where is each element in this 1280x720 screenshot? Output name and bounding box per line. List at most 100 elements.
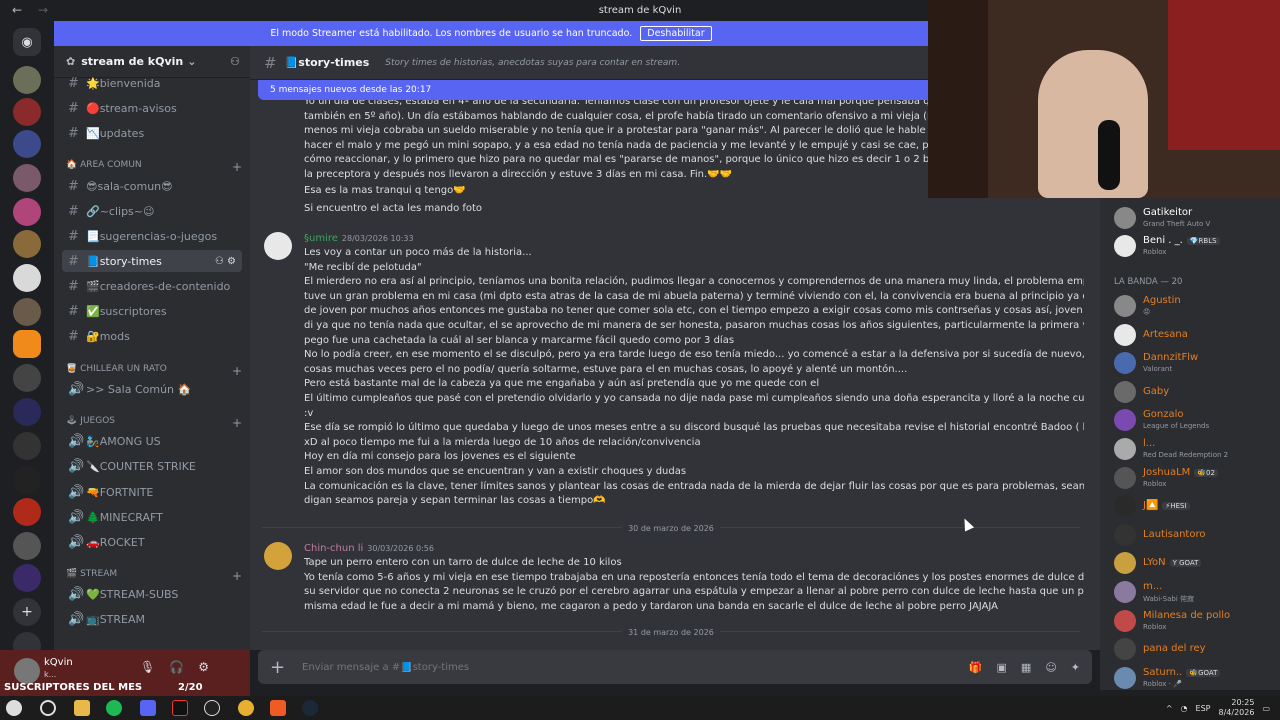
voice-counter-strike[interactable]: 🔊 🔪COUNTER STRIKE	[62, 455, 242, 477]
member-item[interactable]: Gatikeitor Grand Theft Auto V	[1114, 204, 1274, 234]
server-icon[interactable]	[13, 198, 41, 226]
author-name[interactable]: Chin-chun li	[304, 543, 363, 554]
headphones-icon[interactable]: 🎧	[169, 660, 184, 674]
server-icon[interactable]	[13, 364, 41, 392]
member-item[interactable]: Agustin 😡	[1114, 292, 1274, 322]
server-icon[interactable]	[13, 432, 41, 460]
plus-icon[interactable]: +	[232, 569, 242, 583]
plus-icon[interactable]: +	[232, 160, 242, 174]
member-item[interactable]: DannzitFlw Valorant	[1114, 349, 1274, 379]
server-icon[interactable]	[13, 230, 41, 258]
channel-settings-icon[interactable]: ⚇ ⚙	[215, 256, 236, 267]
server-icon[interactable]	[13, 130, 41, 158]
member-item[interactable]: Gaby	[1114, 378, 1274, 408]
brave-icon[interactable]	[270, 700, 286, 716]
obs-icon[interactable]	[204, 700, 220, 716]
member-name: Gonzalo	[1143, 409, 1183, 420]
server-icon[interactable]	[13, 564, 41, 592]
server-icon[interactable]	[13, 98, 41, 126]
voice-stream-subs[interactable]: 🔊 💚STREAM-SUBS	[62, 583, 242, 605]
server-icon[interactable]	[13, 164, 41, 192]
member-item[interactable]: Artesana	[1114, 321, 1274, 351]
channel-mods[interactable]: # 🔐mods	[62, 325, 242, 347]
tiktok-icon[interactable]	[172, 700, 188, 716]
channel-sala-comun[interactable]: # 😎sala-comun😎	[62, 175, 242, 197]
plus-icon[interactable]: +	[232, 364, 242, 378]
channel-topic[interactable]: Story times de historias, anecdotas suya…	[385, 58, 680, 68]
server-icon[interactable]	[13, 298, 41, 326]
clock[interactable]: 20:25 8/4/2026	[1219, 698, 1255, 718]
member-item[interactable]: pana del rey	[1114, 635, 1274, 665]
emoji-icon[interactable]: ☺	[1045, 661, 1056, 674]
spotify-icon[interactable]	[106, 700, 122, 716]
language-indicator[interactable]: ESP	[1196, 704, 1211, 713]
server-icon[interactable]	[13, 532, 41, 560]
banner-text: El modo Streamer está habilitado. Los no…	[270, 28, 633, 39]
voice-rocket[interactable]: 🔊 🚗ROCKET	[62, 531, 242, 553]
member-item[interactable]: Milanesa de pollo Roblox	[1114, 607, 1274, 637]
avatar[interactable]	[264, 232, 292, 260]
server-icon[interactable]	[13, 498, 41, 526]
discord-app-icon[interactable]	[140, 700, 156, 716]
avatar[interactable]	[264, 542, 292, 570]
disable-streamer-button[interactable]: Deshabilitar	[640, 26, 712, 41]
member-item[interactable]: m... Wabi-Sabi 侘寂	[1114, 578, 1274, 608]
voice-minecraft[interactable]: 🔊 🌲MINECRAFT	[62, 506, 242, 528]
wifi-icon[interactable]: ◔	[1181, 704, 1188, 713]
add-server-icon[interactable]: +	[13, 598, 41, 626]
gift-icon[interactable]: 🎁	[969, 661, 983, 674]
channel-stream-avisos[interactable]: # 🔴stream-avisos	[62, 97, 242, 119]
author-name[interactable]: §umire	[304, 233, 338, 244]
category-juegos[interactable]: 🕹 JUEGOS +	[66, 416, 242, 430]
notification-icon[interactable]: ▭	[1262, 704, 1270, 713]
voice-sala-comun[interactable]: 🔊 >> Sala Común 🏠	[62, 378, 242, 400]
channel-creadores[interactable]: # 🎬creadores-de-contenido	[62, 275, 242, 297]
member-item[interactable]: Beni . _. 💎RBLS Roblox	[1114, 232, 1274, 262]
channel-updates[interactable]: # 📉updates	[62, 122, 242, 144]
message-input[interactable]	[302, 661, 969, 673]
channel-sugerencias[interactable]: # 📃sugerencias-o-juegos	[62, 225, 242, 247]
voice-among-us[interactable]: 🔊 🧞AMONG US	[62, 430, 242, 452]
search-icon[interactable]	[40, 700, 56, 716]
file-explorer-icon[interactable]	[74, 700, 90, 716]
member-item[interactable]: Lautisantoro	[1114, 521, 1274, 551]
sticker-icon[interactable]: ▦	[1021, 661, 1031, 674]
server-icon[interactable]	[13, 264, 41, 292]
category-stream[interactable]: 🎬 STREAM +	[66, 569, 242, 583]
member-item[interactable]: l... Red Dead Redemption 2	[1114, 435, 1274, 465]
category-chillear[interactable]: 🥃 CHILLEAR UN RATO +	[66, 364, 242, 378]
gif-icon[interactable]: ▣	[997, 661, 1007, 674]
channel-label: 😎sala-comun😎	[86, 179, 173, 193]
plus-icon[interactable]: +	[232, 416, 242, 430]
member-item[interactable]: JoshuaLM 🐝02 Roblox	[1114, 464, 1274, 494]
channel-clips[interactable]: # 🔗~clips~😉	[62, 200, 242, 222]
voice-stream[interactable]: 🔊 📺STREAM	[62, 608, 242, 630]
chevron-up-icon[interactable]: ^	[1166, 704, 1173, 713]
server-icon[interactable]	[13, 466, 41, 494]
add-member-icon[interactable]: ⚇	[230, 55, 240, 68]
category-area-comun[interactable]: 🏠 AREA COMUN +	[66, 160, 242, 174]
server-icon[interactable]	[13, 398, 41, 426]
apps-icon[interactable]: ✦	[1071, 661, 1080, 674]
add-attachment-icon[interactable]: +	[270, 657, 302, 678]
member-item[interactable]: J🔼 ⚡HESI	[1114, 492, 1274, 522]
gear-icon[interactable]: ⚙	[198, 660, 209, 674]
chrome-icon[interactable]	[238, 700, 254, 716]
message-author[interactable]: Chin-chun li 30/03/2026 0:56	[304, 543, 434, 554]
channel-story-times[interactable]: # 📘story-times ⚇ ⚙	[62, 250, 242, 272]
member-item[interactable]: LYoN Y GOAT	[1114, 549, 1274, 579]
server-icon[interactable]	[13, 330, 41, 358]
channel-bienvenida[interactable]: # 🌟bienvenida	[62, 72, 242, 94]
message-author[interactable]: §umire 28/03/2026 10:33	[304, 233, 414, 244]
member-item[interactable]: Gonzalo League of Legends	[1114, 406, 1274, 436]
channel-suscriptores[interactable]: # ✅suscriptores	[62, 300, 242, 322]
weather-icon[interactable]	[6, 700, 22, 716]
voice-fortnite[interactable]: 🔊 🔫FORTNITE	[62, 481, 242, 503]
microphone-icon[interactable]: 🎙	[140, 660, 155, 674]
member-item[interactable]: Saturn.. 🐝GOAT Roblox · 🎤	[1114, 664, 1274, 690]
discord-home-icon[interactable]: ◉	[13, 28, 41, 56]
new-messages-bar[interactable]: 5 mensajes nuevos desde las 20:17	[258, 80, 928, 100]
avatar[interactable]	[14, 658, 40, 684]
steam-icon[interactable]	[302, 700, 318, 716]
server-icon[interactable]	[13, 66, 41, 94]
